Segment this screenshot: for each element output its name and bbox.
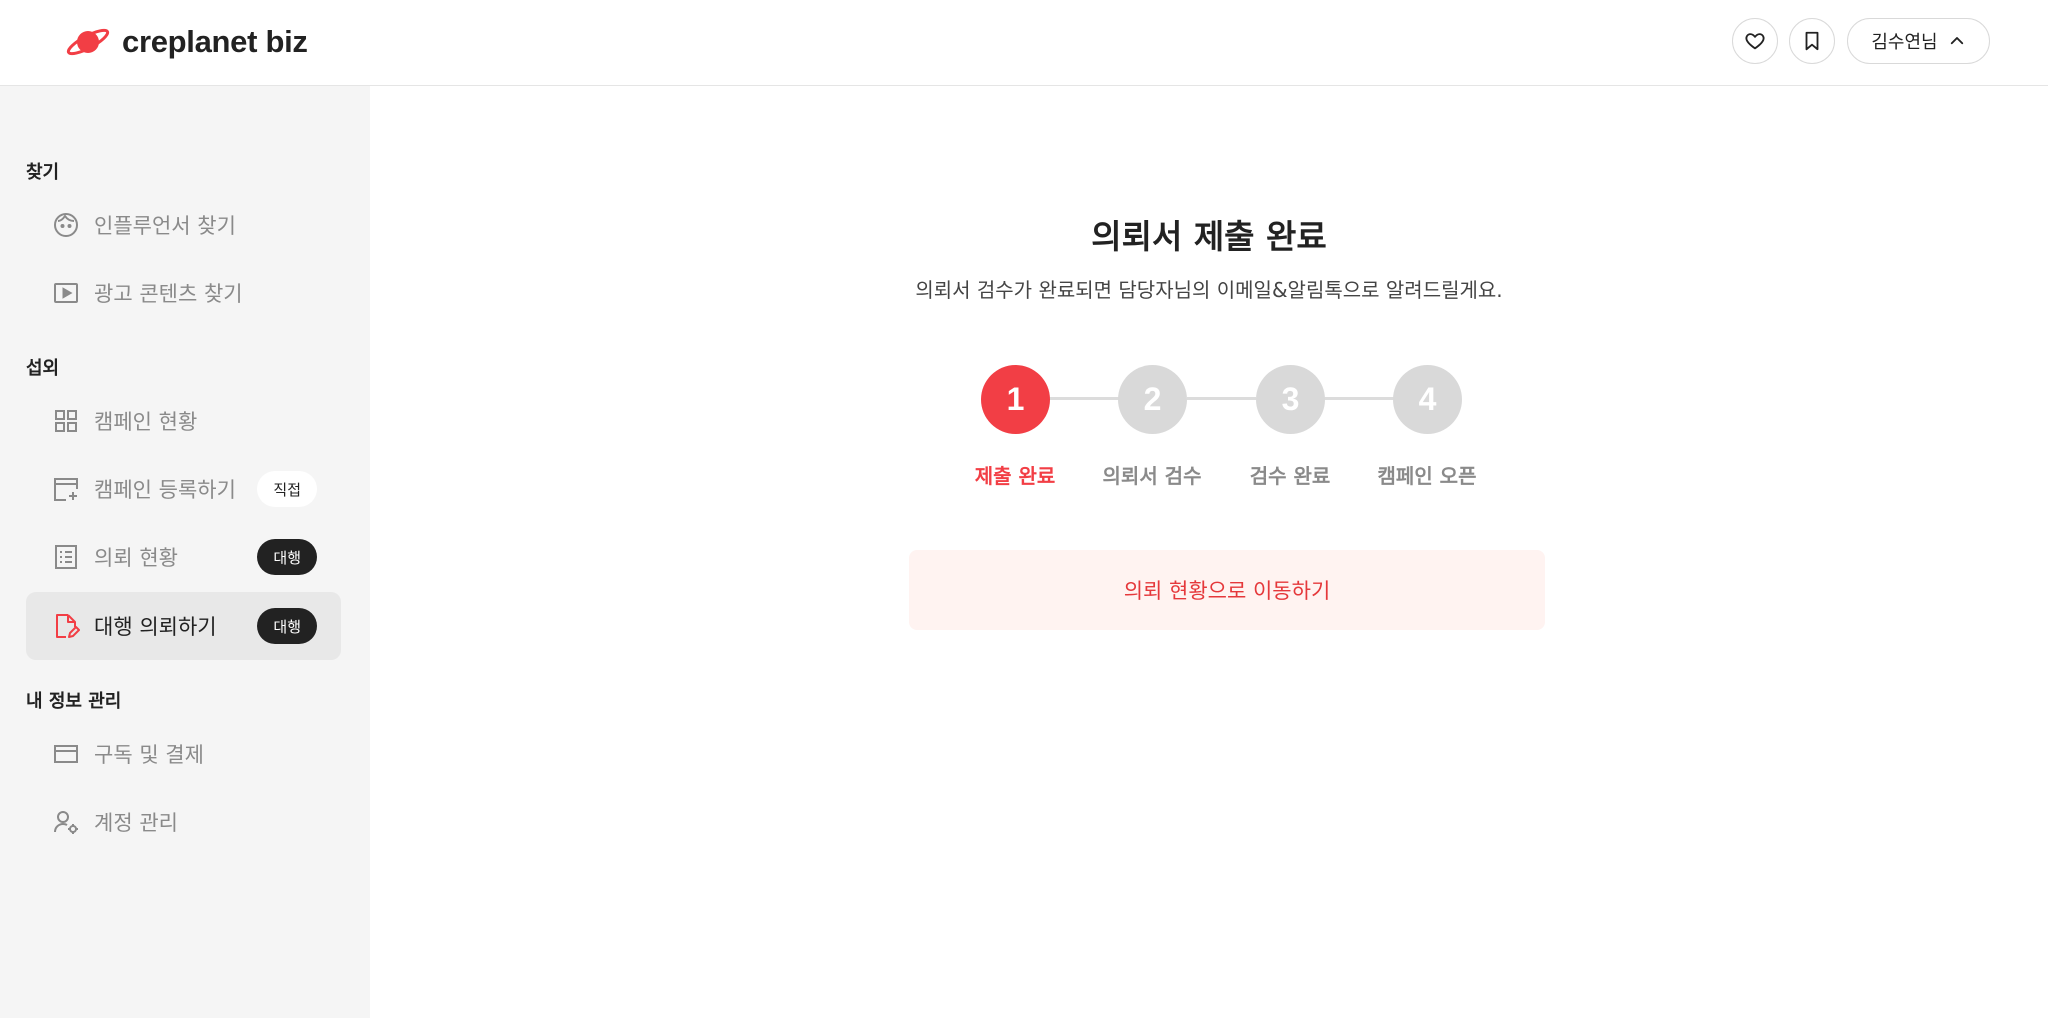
face-icon (52, 211, 80, 239)
sidebar-item-subscription[interactable]: 구독 및 결제 (26, 720, 341, 788)
step-3-label: 검수 완료 (1249, 464, 1331, 488)
calendar-add-icon (52, 475, 80, 503)
step-3-circle: 3 (1256, 365, 1325, 434)
sidebar-item-agency-request[interactable]: 대행 의뢰하기 대행 (26, 592, 341, 660)
agency-badge: 대행 (257, 608, 317, 644)
sidebar-item-label: 캠페인 등록하기 (94, 478, 236, 502)
play-icon (52, 279, 80, 307)
sidebar-item-find-content[interactable]: 광고 콘텐츠 찾기 (26, 259, 341, 327)
top-header: creplanet biz 김수연님 (0, 0, 2048, 86)
grid-icon (52, 407, 80, 435)
sidebar-item-label: 캠페인 현황 (94, 410, 198, 434)
section-title-my-info: 내 정보 관리 (26, 691, 122, 712)
section-title-search: 찾기 (26, 162, 60, 183)
step-1-circle: 1 (981, 365, 1050, 434)
step-4-circle: 4 (1393, 365, 1462, 434)
step-connector (1187, 397, 1256, 400)
heart-icon (1745, 33, 1765, 50)
page-subtitle: 의뢰서 검수가 완료되면 담당자님의 이메일&알림톡으로 알려드릴게요. (915, 278, 1503, 302)
user-menu-button[interactable]: 김수연님 (1847, 18, 1990, 64)
section-title-recruit: 섭외 (26, 358, 60, 379)
sidebar: 찾기 인플루언서 찾기 광고 콘텐츠 찾기 섭외 캠페인 현황 캠페인 등록하기… (0, 86, 370, 1018)
bookmark-button[interactable] (1789, 18, 1835, 64)
sidebar-item-label: 의뢰 현황 (94, 546, 178, 570)
user-name: 김수연님 (1871, 32, 1938, 53)
sidebar-item-campaign-status[interactable]: 캠페인 현황 (26, 387, 341, 455)
logo-text: creplanet biz (122, 24, 308, 59)
user-settings-icon (52, 808, 80, 836)
chevron-up-icon (1950, 37, 1963, 45)
list-icon (52, 543, 80, 571)
step-connector (1324, 397, 1394, 400)
sidebar-item-label: 구독 및 결제 (94, 743, 204, 767)
agency-badge: 대행 (257, 539, 317, 575)
step-2-label: 의뢰서 검수 (1102, 464, 1202, 488)
card-icon (52, 740, 80, 768)
sidebar-item-request-status[interactable]: 의뢰 현황 대행 (26, 523, 341, 591)
sidebar-item-register-campaign[interactable]: 캠페인 등록하기 직접 (26, 455, 341, 523)
sidebar-item-label: 대행 의뢰하기 (94, 615, 217, 639)
step-4-label: 캠페인 오픈 (1377, 464, 1477, 488)
step-1-label: 제출 완료 (974, 464, 1056, 488)
logo[interactable]: creplanet biz (66, 22, 308, 62)
page-title: 의뢰서 제출 완료 (1091, 217, 1327, 256)
sidebar-item-account[interactable]: 계정 관리 (26, 788, 341, 856)
document-edit-icon (52, 612, 80, 640)
go-to-request-status-button[interactable]: 의뢰 현황으로 이동하기 (909, 550, 1545, 630)
sidebar-item-label: 인플루언서 찾기 (94, 214, 236, 238)
favorites-button[interactable] (1732, 18, 1778, 64)
sidebar-item-label: 계정 관리 (94, 811, 178, 835)
sidebar-item-find-influencer[interactable]: 인플루언서 찾기 (26, 191, 341, 259)
step-2-circle: 2 (1118, 365, 1187, 434)
sidebar-item-label: 광고 콘텐츠 찾기 (94, 282, 243, 306)
bookmark-icon (1805, 31, 1819, 51)
planet-logo-icon (66, 28, 110, 56)
step-connector (1049, 397, 1119, 400)
direct-badge: 직접 (257, 471, 317, 507)
